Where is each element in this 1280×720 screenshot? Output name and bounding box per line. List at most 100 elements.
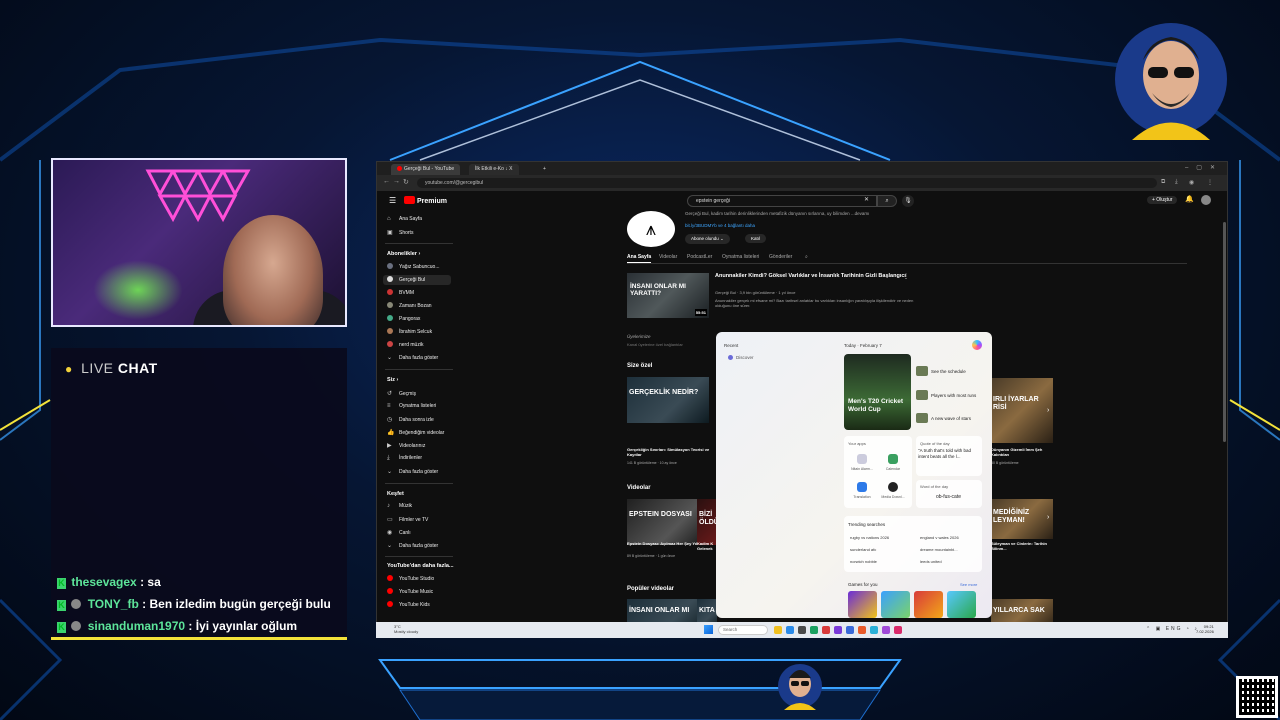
sidebar-sub-item[interactable]: Pangorax bbox=[387, 315, 420, 322]
app-shortcut[interactable]: Translation bbox=[848, 482, 876, 499]
subscribed-button[interactable]: Abone olundu ⌄ bbox=[685, 234, 730, 244]
featured-video-thumbnail[interactable]: İNSANI ONLAR MI YARATTI? 55:51 bbox=[627, 273, 709, 318]
app-icon[interactable] bbox=[858, 626, 866, 634]
video-card-title[interactable]: Kadim K Gelenek bbox=[697, 541, 717, 551]
carousel-next-icon[interactable]: › bbox=[1047, 514, 1049, 521]
sidebar-item-music-app[interactable]: YouTube Music bbox=[387, 588, 433, 595]
sidebar-item-live[interactable]: ◉ Canlı bbox=[387, 529, 411, 536]
app-icon[interactable] bbox=[798, 626, 806, 634]
discover-item[interactable]: Discover bbox=[728, 355, 754, 360]
you-heading[interactable]: Siz › bbox=[387, 377, 398, 383]
show-more-subs[interactable]: ⌄ Daha fazla göster bbox=[387, 354, 438, 361]
video-card-title[interactable]: Dünyanın Gizemli İmm Şeh Kalıntıları bbox=[991, 447, 1053, 457]
edge-icon[interactable] bbox=[786, 626, 794, 634]
news-item[interactable]: A new wave of stars bbox=[916, 413, 971, 423]
sidebar-item-playlists[interactable]: ≡ Oynatma listeleri bbox=[387, 403, 436, 409]
more-options-icon[interactable]: ⋮ bbox=[903, 273, 909, 280]
download-icon[interactable]: ⤓ bbox=[1175, 179, 1178, 186]
news-item[interactable]: Players with most runs bbox=[916, 390, 976, 400]
sidebar-item-your-videos[interactable]: ▶ Videolarınız bbox=[387, 442, 425, 449]
app-icon[interactable] bbox=[846, 626, 854, 634]
channel-links[interactable]: bit.ly/3BUDMYb ve 4 bağlantı daha bbox=[685, 223, 755, 228]
app-icon[interactable] bbox=[834, 626, 842, 634]
trending-item[interactable]: leeds united bbox=[920, 559, 942, 564]
game-tile[interactable] bbox=[848, 591, 877, 618]
new-tab-button[interactable]: + bbox=[537, 164, 552, 175]
game-tile[interactable] bbox=[947, 591, 976, 618]
url-input[interactable]: youtube.com/@gercegibul bbox=[417, 178, 1157, 188]
search-input[interactable]: epstein gerçeği bbox=[687, 195, 877, 207]
youtube-logo[interactable]: Premium bbox=[404, 196, 447, 205]
system-tray[interactable]: ⌃ ▣ ENG ◔ ♪ bbox=[1146, 626, 1199, 632]
video-card-thumbnail[interactable]: IRLI İYARLAR RİSİ bbox=[991, 378, 1053, 443]
clear-search-icon[interactable]: ✕ bbox=[864, 196, 869, 203]
app-icon[interactable] bbox=[870, 626, 878, 634]
sidebar-sub-item[interactable]: BVMM bbox=[387, 289, 414, 296]
trending-item[interactable]: rugby vs nations 2026 bbox=[850, 535, 889, 540]
sidebar-item-home[interactable]: ⌂ Ana Sayfa bbox=[387, 216, 422, 222]
video-card-title[interactable]: Süleyman ve Cinlerin: Tarihin Bilinm... bbox=[991, 541, 1053, 551]
sidebar-sub-item[interactable]: İbrahim Selcuk bbox=[387, 328, 432, 335]
app-shortcut[interactable]: Nitain Alarm... bbox=[848, 454, 876, 471]
copilot-icon[interactable] bbox=[972, 340, 982, 350]
tab-playlists[interactable]: Oynatma listeleri bbox=[722, 254, 759, 260]
video-card-thumbnail[interactable]: MEDİĞİNİZ LEYMAN! bbox=[991, 499, 1053, 539]
show-more-explore[interactable]: ⌄ Daha fazla göster bbox=[387, 542, 438, 549]
notifications-bell-icon[interactable]: 🔔 bbox=[1185, 195, 1194, 203]
video-card-thumbnail[interactable]: GERÇEKLİK NEDİR? bbox=[627, 377, 709, 423]
trending-item[interactable]: sunderland afc bbox=[850, 547, 876, 552]
file-explorer-icon[interactable] bbox=[774, 626, 782, 634]
sidebar-item-studio[interactable]: YouTube Studio bbox=[387, 575, 434, 582]
sidebar-item-watch-later[interactable]: ◷ Daha sonra izle bbox=[387, 416, 434, 423]
sidebar-sub-item[interactable]: Zamanı Bozan bbox=[387, 302, 432, 309]
channel-logo[interactable]: ⩚ bbox=[627, 211, 675, 247]
sidebar-item-downloads[interactable]: ⤓ İndirilenler bbox=[387, 455, 422, 462]
tab-videos[interactable]: Videolar bbox=[659, 254, 677, 260]
extensions-icon[interactable]: ⧉ bbox=[1161, 179, 1165, 186]
chrome-icon[interactable] bbox=[822, 626, 830, 634]
tab-podcasts[interactable]: PodcastLer bbox=[687, 254, 712, 260]
profile-icon[interactable]: ◉ bbox=[1189, 179, 1194, 186]
show-more-you[interactable]: ⌄ Daha fazla göster bbox=[387, 468, 438, 475]
app-icon[interactable] bbox=[810, 626, 818, 634]
weather-widget[interactable]: 3°C Mostly cloudy bbox=[394, 624, 418, 634]
browser-tab[interactable]: Gerçeği Bul - YouTube bbox=[391, 164, 461, 175]
see-more-link[interactable]: See more bbox=[960, 582, 977, 587]
page-scrollbar[interactable] bbox=[1223, 222, 1226, 442]
sidebar-item-history[interactable]: ↺ Geçmiş bbox=[387, 390, 416, 397]
video-card-thumbnail[interactable]: BİZİ ÖLDÜ bbox=[697, 499, 717, 545]
join-button[interactable]: Katıl bbox=[745, 234, 767, 243]
window-controls[interactable]: –▢✕ bbox=[1185, 164, 1223, 171]
carousel-next-icon[interactable]: › bbox=[1047, 407, 1049, 414]
clock[interactable]: 09:21 7.02.2026 bbox=[1196, 624, 1214, 634]
news-item[interactable]: See the schedule bbox=[916, 366, 966, 376]
taskbar-search[interactable]: Search bbox=[718, 625, 768, 635]
back-icon[interactable]: ← bbox=[383, 178, 390, 185]
sidebar-item-liked[interactable]: 👍 Beğendiğim videolar bbox=[387, 429, 444, 436]
trending-item[interactable]: england v wales 2026 bbox=[920, 535, 959, 540]
app-icon[interactable] bbox=[894, 626, 902, 634]
cricket-news-card[interactable]: Men's T20 Cricket World Cup bbox=[844, 354, 911, 430]
trending-item[interactable]: dreame mountainbi... bbox=[920, 547, 958, 552]
forward-icon[interactable]: → bbox=[393, 178, 400, 185]
featured-video-title[interactable]: Anunnakiler Kimdi? Göksel Varlıklar ve İ… bbox=[715, 273, 915, 280]
create-button[interactable]: + Oluştur bbox=[1147, 196, 1178, 204]
app-shortcut[interactable]: Media Downl... bbox=[879, 482, 907, 499]
game-tile[interactable] bbox=[914, 591, 943, 618]
app-shortcut[interactable]: Calendar bbox=[879, 454, 907, 471]
channel-description[interactable]: Gerçeği Bul, kadim tarihin derinliklerin… bbox=[685, 211, 869, 216]
channel-search-icon[interactable]: ⌕ bbox=[805, 254, 808, 260]
subscriptions-heading[interactable]: Abonelikler › bbox=[387, 251, 420, 257]
tab-home[interactable]: Ana Sayfa bbox=[627, 254, 652, 263]
sidebar-item-kids[interactable]: YouTube Kids bbox=[387, 601, 430, 608]
reload-icon[interactable]: ↻ bbox=[403, 178, 409, 186]
menu-icon[interactable]: ⋮ bbox=[1207, 179, 1213, 186]
sidebar-item-shorts[interactable]: ▣ Shorts bbox=[387, 229, 413, 236]
sidebar-sub-item[interactable]: Yağız Sabuncuo... bbox=[387, 263, 440, 270]
browser-tab[interactable]: İlk Etkili e-Ko ↓ X bbox=[469, 164, 519, 175]
account-avatar[interactable] bbox=[1201, 195, 1211, 205]
search-button[interactable]: ⌕ bbox=[877, 195, 897, 207]
tab-posts[interactable]: Gönderiler bbox=[769, 254, 792, 260]
video-card-title[interactable]: Gerçekliğin Sınırları: Simülasyon Teoris… bbox=[627, 447, 712, 457]
trending-item[interactable]: norwich nobble bbox=[850, 559, 877, 564]
